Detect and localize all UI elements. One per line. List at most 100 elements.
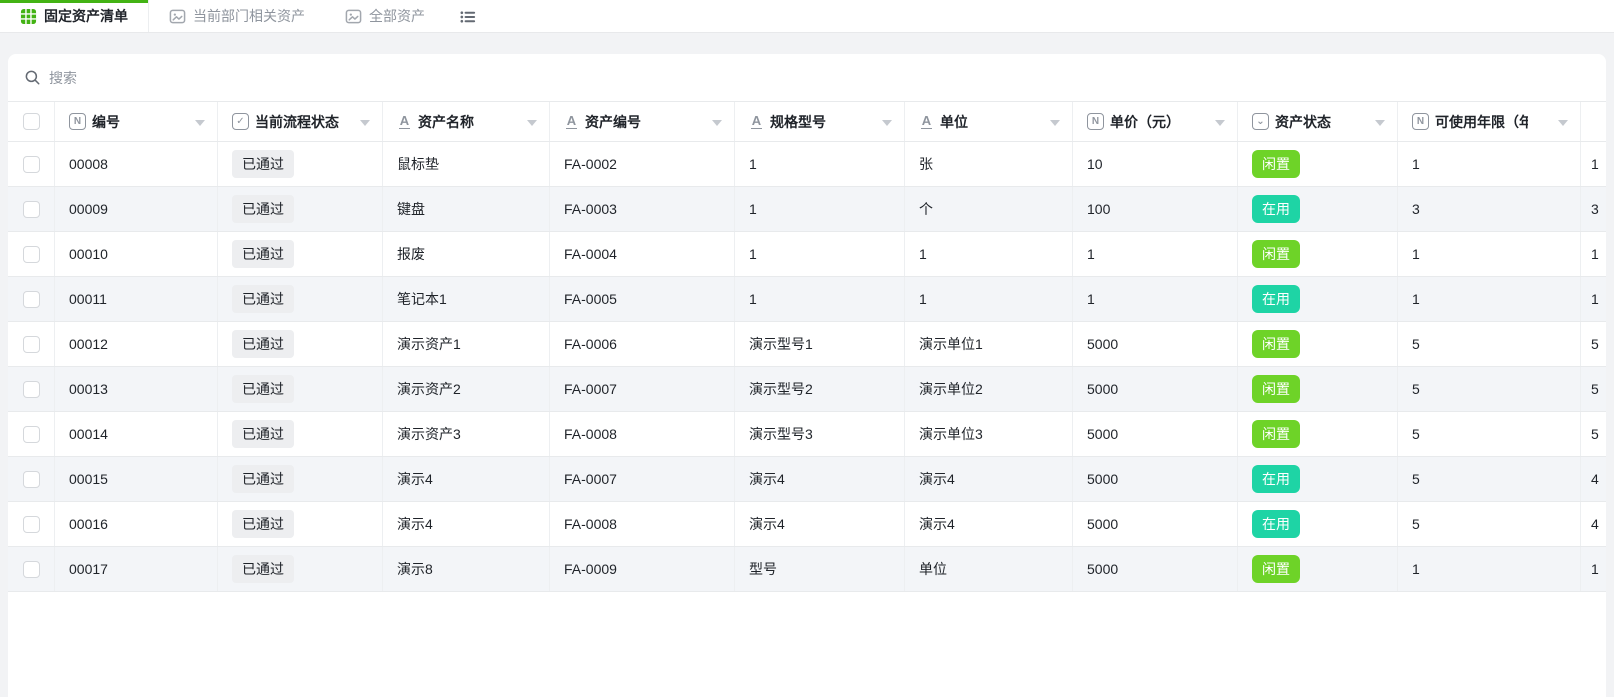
cell-model[interactable]: 型号 — [735, 547, 905, 591]
column-dropdown-arrow[interactable] — [1215, 120, 1225, 126]
cell-unit[interactable]: 演示单位3 — [905, 412, 1073, 456]
select-all-checkbox[interactable] — [23, 113, 40, 130]
cell-state[interactable]: 闲置 — [1238, 367, 1398, 411]
cell-state[interactable]: 闲置 — [1238, 322, 1398, 366]
column-dropdown-arrow[interactable] — [882, 120, 892, 126]
cell-years[interactable]: 5 — [1398, 457, 1581, 501]
row-checkbox[interactable] — [23, 516, 40, 533]
cell-model[interactable]: 演示型号3 — [735, 412, 905, 456]
cell-id[interactable]: 00015 — [55, 457, 218, 501]
cell-years[interactable]: 1 — [1398, 232, 1581, 276]
column-header-partial[interactable] — [1581, 102, 1606, 141]
cell-unit[interactable]: 演示4 — [905, 502, 1073, 546]
search-bar[interactable]: 搜索 — [8, 54, 1606, 102]
cell-unit[interactable]: 1 — [905, 277, 1073, 321]
cell-id[interactable]: 00014 — [55, 412, 218, 456]
cell-name[interactable]: 键盘 — [383, 187, 550, 231]
column-dropdown-arrow[interactable] — [527, 120, 537, 126]
cell-price[interactable]: 5000 — [1073, 412, 1238, 456]
cell-flow_status[interactable]: 已通过 — [218, 142, 383, 186]
cell-code[interactable]: FA-0009 — [550, 547, 735, 591]
row-checkbox[interactable] — [23, 201, 40, 218]
cell-code[interactable]: FA-0002 — [550, 142, 735, 186]
tab-current-dept-assets[interactable]: 当前部门相关资产 — [149, 0, 325, 32]
cell-years[interactable]: 5 — [1398, 502, 1581, 546]
column-dropdown-arrow[interactable] — [195, 120, 205, 126]
cell-model[interactable]: 演示型号2 — [735, 367, 905, 411]
cell-unit[interactable]: 演示单位2 — [905, 367, 1073, 411]
cell-next[interactable]: 1 — [1581, 277, 1606, 321]
cell-name[interactable]: 演示资产1 — [383, 322, 550, 366]
cell-state[interactable]: 在用 — [1238, 457, 1398, 501]
cell-code[interactable]: FA-0007 — [550, 367, 735, 411]
cell-name[interactable]: 笔记本1 — [383, 277, 550, 321]
row-checkbox[interactable] — [23, 156, 40, 173]
cell-id[interactable]: 00017 — [55, 547, 218, 591]
column-dropdown-arrow[interactable] — [1558, 120, 1568, 126]
cell-next[interactable]: 1 — [1581, 142, 1606, 186]
cell-flow_status[interactable]: 已通过 — [218, 547, 383, 591]
cell-state[interactable]: 在用 — [1238, 187, 1398, 231]
cell-model[interactable]: 演示型号1 — [735, 322, 905, 366]
cell-unit[interactable]: 个 — [905, 187, 1073, 231]
cell-flow_status[interactable]: 已通过 — [218, 187, 383, 231]
cell-unit[interactable]: 演示单位1 — [905, 322, 1073, 366]
row-checkbox[interactable] — [23, 561, 40, 578]
cell-state[interactable]: 闲置 — [1238, 232, 1398, 276]
column-header-6[interactable]: A单位 — [905, 102, 1073, 141]
cell-id[interactable]: 00011 — [55, 277, 218, 321]
cell-model[interactable]: 1 — [735, 187, 905, 231]
cell-model[interactable]: 演示4 — [735, 457, 905, 501]
cell-code[interactable]: FA-0006 — [550, 322, 735, 366]
tab-fixed-asset-list[interactable]: 固定资产清单 — [0, 0, 149, 32]
cell-years[interactable]: 3 — [1398, 187, 1581, 231]
cell-name[interactable]: 演示资产3 — [383, 412, 550, 456]
cell-name[interactable]: 演示4 — [383, 502, 550, 546]
cell-next[interactable]: 1 — [1581, 547, 1606, 591]
cell-id[interactable]: 00009 — [55, 187, 218, 231]
column-header-1[interactable]: N编号 — [55, 102, 218, 141]
cell-years[interactable]: 5 — [1398, 367, 1581, 411]
cell-next[interactable]: 4 — [1581, 502, 1606, 546]
cell-state[interactable]: 闲置 — [1238, 142, 1398, 186]
cell-code[interactable]: FA-0008 — [550, 412, 735, 456]
cell-model[interactable]: 1 — [735, 232, 905, 276]
column-header-8[interactable]: ⌄资产状态 — [1238, 102, 1398, 141]
cell-price[interactable]: 5000 — [1073, 547, 1238, 591]
row-checkbox[interactable] — [23, 336, 40, 353]
cell-flow_status[interactable]: 已通过 — [218, 322, 383, 366]
column-dropdown-arrow[interactable] — [360, 120, 370, 126]
cell-flow_status[interactable]: 已通过 — [218, 232, 383, 276]
row-checkbox[interactable] — [23, 426, 40, 443]
cell-name[interactable]: 演示8 — [383, 547, 550, 591]
cell-code[interactable]: FA-0007 — [550, 457, 735, 501]
row-checkbox[interactable] — [23, 246, 40, 263]
column-dropdown-arrow[interactable] — [712, 120, 722, 126]
cell-years[interactable]: 5 — [1398, 412, 1581, 456]
cell-flow_status[interactable]: 已通过 — [218, 502, 383, 546]
cell-unit[interactable]: 张 — [905, 142, 1073, 186]
cell-flow_status[interactable]: 已通过 — [218, 277, 383, 321]
cell-code[interactable]: FA-0004 — [550, 232, 735, 276]
cell-code[interactable]: FA-0005 — [550, 277, 735, 321]
column-header-9[interactable]: N可使用年限（年） — [1398, 102, 1581, 141]
cell-code[interactable]: FA-0003 — [550, 187, 735, 231]
cell-id[interactable]: 00012 — [55, 322, 218, 366]
cell-next[interactable]: 5 — [1581, 367, 1606, 411]
row-checkbox[interactable] — [23, 381, 40, 398]
cell-id[interactable]: 00008 — [55, 142, 218, 186]
cell-unit[interactable]: 单位 — [905, 547, 1073, 591]
cell-price[interactable]: 5000 — [1073, 502, 1238, 546]
cell-price[interactable]: 5000 — [1073, 367, 1238, 411]
cell-years[interactable]: 5 — [1398, 322, 1581, 366]
cell-unit[interactable]: 演示4 — [905, 457, 1073, 501]
cell-model[interactable]: 1 — [735, 142, 905, 186]
cell-name[interactable]: 报废 — [383, 232, 550, 276]
view-list-button[interactable] — [445, 0, 490, 32]
cell-id[interactable]: 00013 — [55, 367, 218, 411]
cell-state[interactable]: 在用 — [1238, 502, 1398, 546]
cell-name[interactable]: 演示资产2 — [383, 367, 550, 411]
cell-id[interactable]: 00010 — [55, 232, 218, 276]
cell-next[interactable]: 4 — [1581, 457, 1606, 501]
column-dropdown-arrow[interactable] — [1050, 120, 1060, 126]
